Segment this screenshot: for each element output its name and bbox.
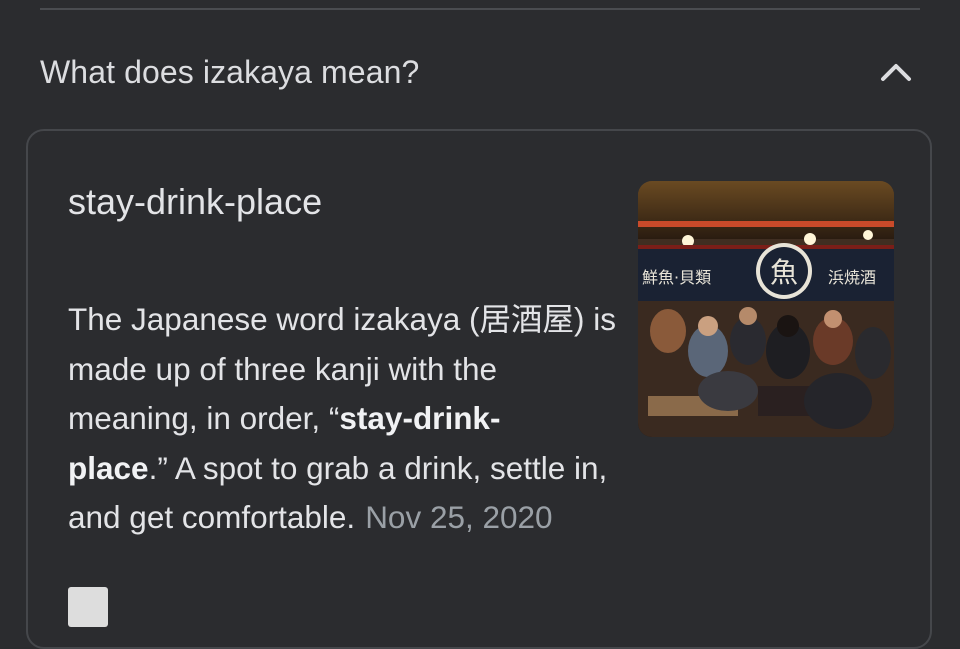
top-divider (40, 8, 920, 10)
chevron-up-icon[interactable] (876, 52, 916, 92)
answer-bold-term-2: place (68, 449, 149, 486)
answer-date: Nov 25, 2020 (365, 499, 553, 535)
banner-text-left: 鮮魚·貝類 (642, 268, 711, 287)
izakaya-photo[interactable]: 鮮魚·貝類 魚 浜焼酒 (638, 181, 894, 437)
faq-question: What does izakaya mean? (40, 53, 420, 90)
faq-question-toggle[interactable]: What does izakaya mean? (40, 40, 920, 104)
answer-snippet: The Japanese word izakaya (居酒屋) is made … (68, 295, 628, 543)
site-favicon-icon (68, 587, 108, 627)
answer-title: stay-drink-place (68, 181, 323, 222)
banner-text-right: 浜焼酒 (828, 268, 876, 287)
answer-card: stay-drink-place The Japanese word izaka… (26, 129, 932, 649)
banner-logo: 魚 (770, 256, 798, 289)
source-row[interactable] (68, 587, 108, 627)
answer-bold-term: stay-drink- (339, 400, 501, 436)
